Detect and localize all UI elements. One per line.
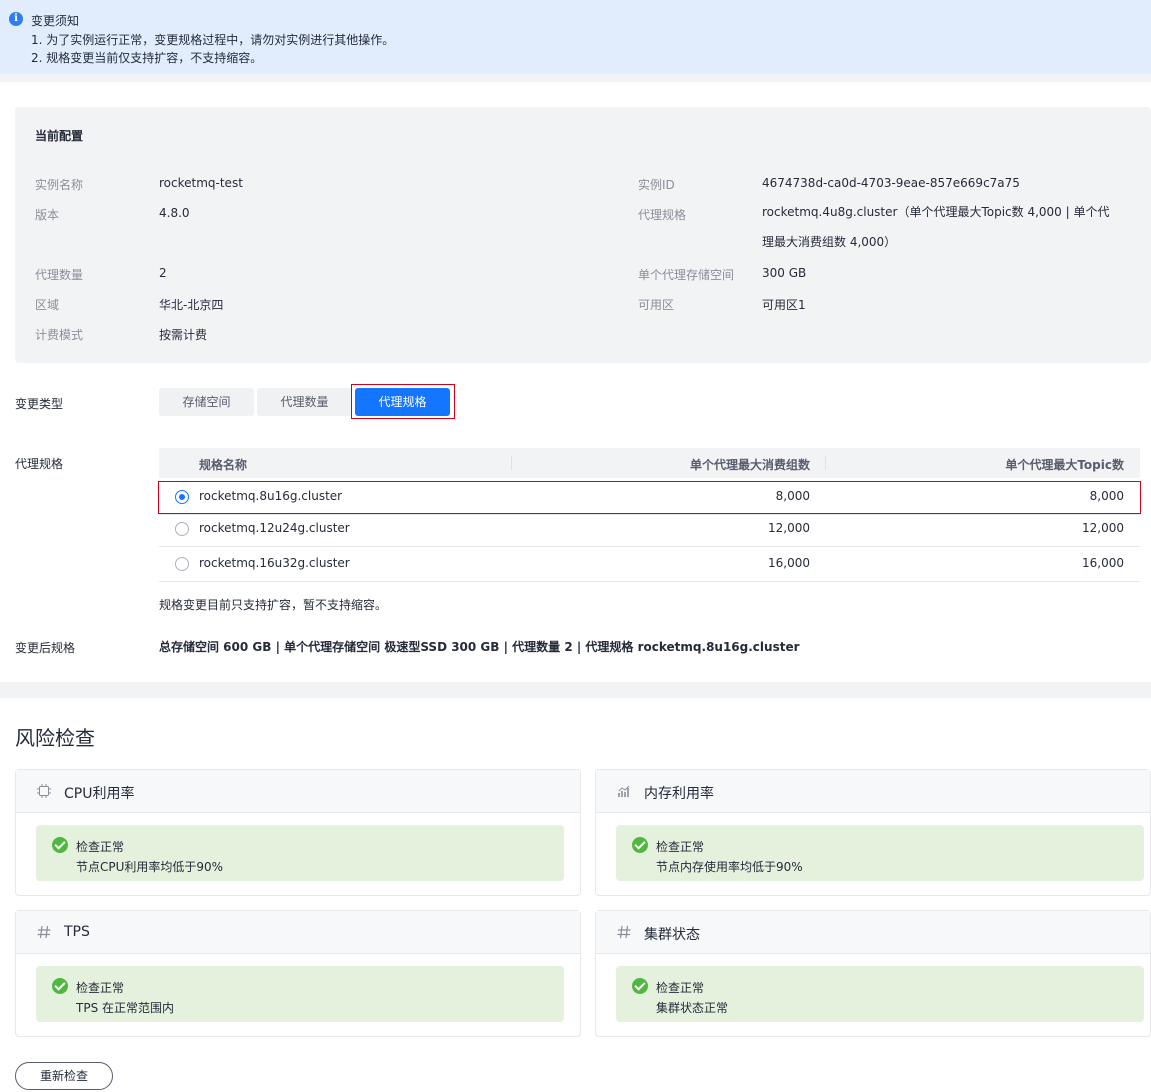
card-header: 内存利用率 [596,770,1150,813]
max-groups-cell: 16,000 [768,556,810,570]
change-notice-banner: i 变更须知 1. 为了实例运行正常，变更规格过程中，请勿对实例进行其他操作。 … [0,0,1151,74]
spec-name-cell: rocketmq.12u24g.cluster [199,521,350,535]
cluster-status-check-card: 集群状态 检查正常 集群状态正常 [595,910,1151,1037]
cpu-icon [36,783,52,799]
spec-name-column-header: 规格名称 [199,458,248,472]
card-title: TPS [64,924,90,940]
card-title: 内存利用率 [644,786,714,802]
change-type-label: 变更类型 [15,397,64,411]
check-success-icon [52,837,68,853]
after-change-label: 变更后规格 [15,641,76,655]
card-header: TPS [16,911,580,954]
spec-radio[interactable] [175,557,189,571]
card-title: 集群状态 [644,927,700,943]
storage-value: 300 GB [762,266,807,280]
region-label: 区域 [35,298,60,312]
spec-table-row[interactable]: rocketmq.12u24g.cluster 12,000 12,000 [159,512,1140,547]
check-result-box: 检查正常 集群状态正常 [616,966,1144,1022]
version-label: 版本 [35,208,60,222]
card-header: 集群状态 [596,911,1150,954]
broker-count-value: 2 [159,266,167,280]
notice-line-1: 1. 为了实例运行正常，变更规格过程中，请勿对实例进行其他操作。 [31,33,395,47]
check-success-icon [632,837,648,853]
instance-id-value: 4674738d-ca0d-4703-9eae-857e669c7a75 [762,176,1020,190]
check-success-icon [52,978,68,994]
check-detail: 节点内存使用率均低于90% [656,860,803,874]
info-icon: i [9,12,23,26]
broker-count-label: 代理数量 [35,268,84,282]
current-config-title: 当前配置 [35,129,84,143]
spec-table-header: 规格名称 单个代理最大消费组数 单个代理最大Topic数 [159,448,1140,478]
check-status: 检查正常 [656,981,705,995]
max-topics-cell: 16,000 [1082,556,1124,570]
section-divider [0,682,1151,698]
check-result-box: 检查正常 节点CPU利用率均低于90% [36,825,564,881]
spec-table-row[interactable]: rocketmq.16u32g.cluster 16,000 16,000 [159,547,1140,582]
broker-spec-label: 代理规格 [638,208,687,222]
after-change-summary: 总存储空间 600 GB | 单个代理存储空间 极速型SSD 300 GB | … [159,640,800,654]
spec-change-hint: 规格变更目前只支持扩容，暂不支持缩容。 [159,598,388,612]
column-divider [825,456,826,470]
cpu-check-card: CPU利用率 检查正常 节点CPU利用率均低于90% [15,769,581,896]
billing-value: 按需计费 [159,328,208,342]
spec-radio[interactable] [175,522,189,536]
change-type-broker-count-option[interactable]: 代理数量 [257,388,352,416]
region-value: 华北-北京四 [159,298,224,312]
check-status: 检查正常 [76,981,125,995]
check-result-box: 检查正常 节点内存使用率均低于90% [616,825,1144,881]
instance-id-label: 实例ID [638,178,675,192]
check-status: 检查正常 [656,840,705,854]
current-config-panel: 当前配置 实例名称 rocketmq-test 版本 4.8.0 代理数量 2 … [15,107,1151,363]
tps-check-card: TPS 检查正常 TPS 在正常范围内 [15,910,581,1037]
max-topics-column-header: 单个代理最大Topic数 [1005,458,1124,472]
column-divider [511,456,512,470]
hash-icon [616,924,632,940]
version-value: 4.8.0 [159,206,190,220]
storage-label: 单个代理存储空间 [638,268,735,282]
check-detail: TPS 在正常范围内 [76,1001,174,1015]
az-label: 可用区 [638,298,675,312]
billing-label: 计费模式 [35,328,84,342]
max-topics-cell: 12,000 [1082,521,1124,535]
spec-name-cell: rocketmq.16u32g.cluster [199,556,350,570]
notice-title: 变更须知 [31,14,80,28]
notice-line-2: 2. 规格变更当前仅支持扩容，不支持缩容。 [31,51,263,65]
chart-icon [616,783,632,799]
memory-check-card: 内存利用率 检查正常 节点内存使用率均低于90% [595,769,1151,896]
card-title: CPU利用率 [64,786,135,802]
check-detail: 节点CPU利用率均低于90% [76,860,224,874]
instance-name-label: 实例名称 [35,178,84,192]
risk-check-title: 风险检查 [15,726,95,750]
selected-row-highlight-frame [158,481,1141,514]
recheck-button[interactable]: 重新检查 [15,1062,113,1090]
az-value: 可用区1 [762,298,806,312]
section-divider [0,74,1151,82]
check-detail: 集群状态正常 [656,1001,729,1015]
max-groups-column-header: 单个代理最大消费组数 [689,458,810,472]
change-type-storage-option[interactable]: 存储空间 [159,388,254,416]
max-groups-cell: 12,000 [768,521,810,535]
broker-spec-value: rocketmq.4u8g.cluster（单个代理最大Topic数 4,000… [762,205,1110,249]
check-success-icon [632,978,648,994]
instance-name-value: rocketmq-test [159,176,243,190]
broker-spec-row-label: 代理规格 [15,457,64,471]
check-result-box: 检查正常 TPS 在正常范围内 [36,966,564,1022]
selected-option-highlight-frame [351,384,455,419]
card-header: CPU利用率 [16,770,580,813]
hash-icon [36,924,52,940]
check-status: 检查正常 [76,840,125,854]
